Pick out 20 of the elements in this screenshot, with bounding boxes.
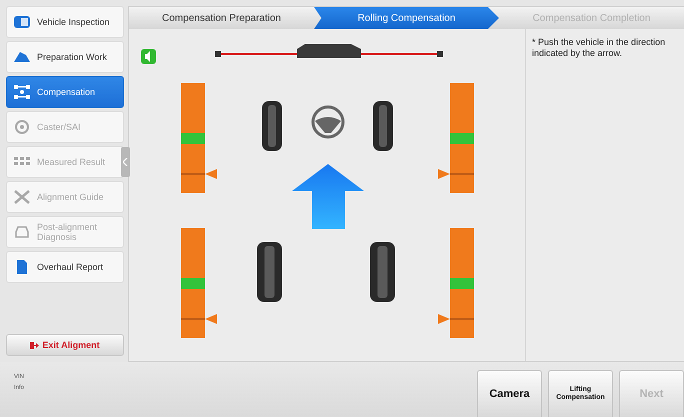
tire-drawing	[373, 101, 393, 151]
step-tab[interactable]: Rolling Compensation	[314, 7, 499, 29]
nodes-icon	[13, 84, 31, 100]
tire-drawing	[257, 242, 282, 302]
sidebar-item[interactable]: Preparation Work	[6, 41, 124, 73]
tire-drawing	[262, 101, 282, 151]
chevron-left-icon	[123, 158, 128, 166]
sidebar-item[interactable]: Vehicle Inspection	[6, 6, 124, 38]
action-button[interactable]: Camera	[477, 370, 542, 417]
tools-icon	[13, 189, 31, 205]
sidebar-item[interactable]: Overhaul Report	[6, 251, 124, 283]
collapse-handle[interactable]	[121, 147, 130, 177]
instruction-text: * Push the vehicle in the direction indicated by the arrow.	[531, 36, 666, 60]
speaker-icon	[141, 49, 156, 64]
sidebar-item[interactable]: Compensation	[6, 76, 124, 108]
step-tab[interactable]: Compensation Preparation	[129, 7, 314, 29]
arrow-up-icon	[292, 164, 364, 229]
exit-button[interactable]: Exit Aligment	[6, 334, 124, 356]
tire-drawing	[370, 242, 395, 302]
exit-icon	[30, 340, 40, 350]
